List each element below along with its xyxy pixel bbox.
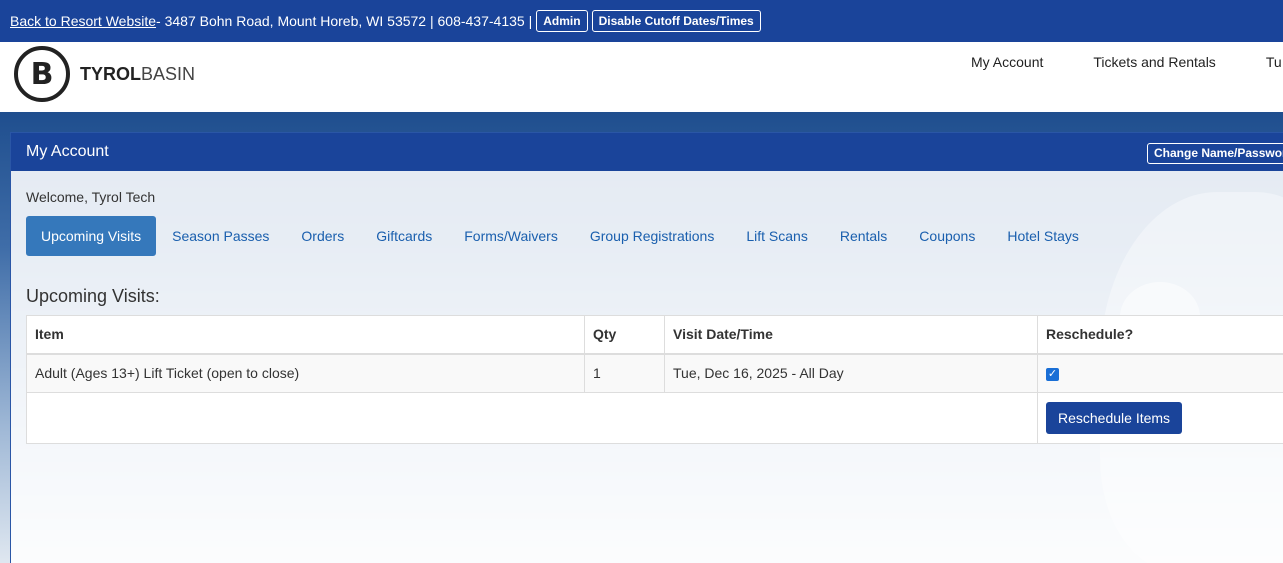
section-title: Upcoming Visits: (26, 286, 160, 306)
account-tabs: Upcoming Visits Season Passes Orders Gif… (26, 216, 1095, 256)
nav-my-account[interactable]: My Account (971, 54, 1043, 70)
table-actions-row: Reschedule Items (26, 392, 1283, 444)
tab-forms-waivers[interactable]: Forms/Waivers (448, 216, 574, 256)
reschedule-items-button[interactable]: Reschedule Items (1046, 402, 1183, 434)
top-bar: Back to Resort Website - 3487 Bohn Road,… (0, 0, 1283, 42)
resort-address: - 3487 Bohn Road, Mount Horeb, WI 53572 … (156, 13, 533, 29)
tab-orders[interactable]: Orders (285, 216, 360, 256)
change-name-password-button[interactable]: Change Name/Password (1147, 143, 1283, 164)
column-header-reschedule: Reschedule? (1037, 315, 1283, 355)
nav-item-truncated[interactable]: Tu (1266, 54, 1282, 70)
nav-tickets-rentals[interactable]: Tickets and Rentals (1093, 54, 1215, 70)
upcoming-visits-table: Item Qty Visit Date/Time Reschedule? Adu… (26, 315, 1283, 444)
column-header-qty: Qty (584, 315, 665, 355)
back-to-resort-link[interactable]: Back to Resort Website (10, 13, 156, 29)
table-header-row: Item Qty Visit Date/Time Reschedule? (26, 315, 1283, 355)
tab-lift-scans[interactable]: Lift Scans (730, 216, 823, 256)
reschedule-checkbox[interactable]: ✓ (1046, 368, 1059, 382)
tab-group-registrations[interactable]: Group Registrations (574, 216, 731, 256)
cell-reschedule: ✓ (1037, 353, 1283, 393)
tab-giftcards[interactable]: Giftcards (360, 216, 448, 256)
logo-mark: B (14, 46, 70, 102)
cell-item: Adult (Ages 13+) Lift Ticket (open to cl… (26, 353, 585, 393)
welcome-text: Welcome, Tyrol Tech (26, 189, 156, 205)
cell-visit-date: Tue, Dec 16, 2025 - All Day (664, 353, 1038, 393)
tab-upcoming-visits[interactable]: Upcoming Visits (26, 216, 157, 256)
cell-reschedule-action: Reschedule Items (1037, 392, 1283, 444)
cell-qty: 1 (584, 353, 665, 393)
my-account-panel: My Account Change Name/Password Welcome,… (10, 132, 1283, 563)
tab-hotel-stays[interactable]: Hotel Stays (991, 216, 1095, 256)
column-header-visit-date: Visit Date/Time (664, 315, 1038, 355)
tab-coupons[interactable]: Coupons (903, 216, 991, 256)
panel-header: My Account Change Name/Password (11, 133, 1283, 171)
tyrol-basin-logo[interactable]: B TYROLBASIN (14, 46, 195, 102)
table-row: Adult (Ages 13+) Lift Ticket (open to cl… (26, 353, 1283, 393)
panel-title: My Account (26, 143, 109, 160)
empty-cell (26, 392, 1038, 444)
main-nav: My Account Tickets and Rentals Tu (971, 54, 1283, 70)
tab-season-passes[interactable]: Season Passes (156, 216, 285, 256)
tab-rentals[interactable]: Rentals (824, 216, 903, 256)
disable-cutoff-button[interactable]: Disable Cutoff Dates/Times (591, 10, 761, 32)
column-header-item: Item (26, 315, 585, 355)
site-header: B TYROLBASIN My Account Tickets and Rent… (0, 42, 1283, 112)
logo-wordmark: TYROLBASIN (80, 63, 196, 84)
admin-button[interactable]: Admin (536, 10, 588, 32)
